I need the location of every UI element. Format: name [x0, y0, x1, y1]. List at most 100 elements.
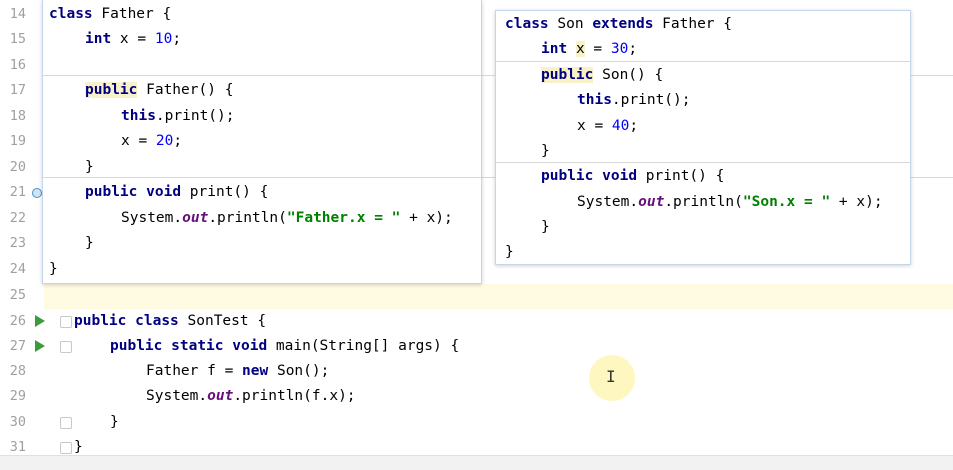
keyword: class [135, 313, 179, 329]
line-number: 28 [9, 363, 26, 379]
fold-icon[interactable] [60, 341, 72, 353]
number-literal: 20 [155, 133, 174, 149]
keyword: void [602, 168, 638, 184]
code-text: Son [548, 16, 593, 32]
fold-icon[interactable] [60, 316, 72, 328]
keyword: public [85, 82, 138, 98]
fold-icon[interactable] [60, 417, 72, 429]
override-marker-icon[interactable] [32, 188, 42, 198]
brace: } [541, 143, 550, 159]
code-text: x [575, 41, 585, 57]
line-number: 27 [9, 338, 26, 354]
keyword: public [85, 184, 138, 200]
line-number: 30 [9, 414, 26, 430]
number-literal: 30 [610, 41, 629, 57]
number-literal: 10 [154, 31, 173, 47]
brace: } [85, 159, 94, 175]
fold-icon[interactable] [60, 442, 72, 454]
code-text: Son(); [268, 363, 330, 379]
line-number: 14 [9, 6, 26, 22]
code-line[interactable]: System.out.println("Son.x = " + x); [577, 190, 910, 215]
son-class-popup[interactable]: class Son extends Father { int x = 30; p… [495, 10, 911, 265]
code-line[interactable]: System.out.println(f.x); [146, 384, 953, 409]
keyword: void [232, 338, 268, 354]
father-class-popup[interactable]: class Father { int x = 10; public Father… [42, 0, 482, 284]
line-number: 18 [9, 108, 26, 124]
editor-gutter: 14 15 16 17 18 19 20 21 22 23 24 25 26 2… [0, 0, 45, 455]
code-line[interactable]: } [49, 257, 481, 282]
code-line[interactable]: public Father() { [85, 78, 481, 103]
code-text: System. [121, 210, 183, 226]
code-line[interactable]: public class SonTest { [74, 309, 953, 334]
code-text: System. [577, 194, 639, 210]
string-literal: "Father.x = " [286, 210, 401, 226]
run-icon[interactable] [35, 340, 45, 352]
keyword: new [242, 363, 269, 379]
keyword: int [85, 31, 112, 47]
method-separator [43, 75, 481, 76]
code-text: ; [173, 133, 183, 149]
code-text: .println( [664, 194, 743, 210]
code-text: System. [146, 388, 208, 404]
code-line[interactable]: } [541, 215, 910, 240]
horizontal-scrollbar[interactable] [0, 455, 953, 470]
brace: } [541, 219, 550, 235]
code-line[interactable]: this.print(); [121, 104, 481, 129]
code-line[interactable]: x = 40; [577, 114, 910, 139]
code-line[interactable]: } [541, 139, 910, 164]
brace: } [49, 261, 58, 277]
code-text: = [584, 41, 611, 57]
code-text: x = [111, 31, 155, 47]
code-line[interactable]: } [85, 231, 481, 256]
line-number: 21 [9, 184, 26, 200]
code-text: Father f = [146, 363, 243, 379]
code-text: .print(); [155, 108, 235, 124]
keyword: void [146, 184, 182, 200]
code-text: print() { [181, 184, 269, 200]
run-icon[interactable] [35, 315, 45, 327]
line-number: 22 [9, 210, 26, 226]
text-cursor-icon: I [606, 367, 616, 386]
code-text: ; [629, 118, 639, 134]
keyword: class [505, 16, 549, 32]
static-field: out [207, 388, 234, 404]
code-text: SonTest { [178, 313, 267, 329]
keyword: extends [592, 16, 654, 32]
code-text: .println(f.x); [233, 388, 356, 404]
code-text: .print(); [611, 92, 691, 108]
code-line[interactable]: } [505, 240, 910, 265]
line-number: 19 [9, 133, 26, 149]
code-text: Father() { [137, 82, 234, 98]
code-text: Father { [653, 16, 732, 32]
brace: } [110, 414, 119, 430]
line-number: 15 [9, 31, 26, 47]
code-line[interactable]: } [85, 155, 481, 180]
code-line[interactable]: class Father { [49, 2, 481, 27]
code-text: print() { [637, 168, 725, 184]
code-line[interactable]: class Son extends Father { [505, 12, 910, 37]
code-line[interactable]: public void print() { [85, 180, 481, 205]
code-line[interactable]: System.out.println("Father.x = " + x); [121, 206, 481, 231]
line-number: 23 [9, 235, 26, 251]
code-line[interactable]: int x = 10; [85, 27, 481, 52]
keyword: class [49, 6, 93, 22]
code-line[interactable]: this.print(); [577, 88, 910, 113]
code-text: + x); [400, 210, 453, 226]
code-line[interactable]: public void print() { [541, 164, 910, 189]
code-line[interactable]: public Son() { [541, 63, 910, 88]
code-line[interactable]: public static void main(String[] args) { [110, 334, 953, 359]
code-text: .println( [208, 210, 287, 226]
string-literal: "Son.x = " [742, 194, 831, 210]
code-text: Son() { [593, 67, 664, 83]
code-line[interactable]: Father f = new Son(); [146, 359, 953, 384]
line-number: 26 [9, 313, 26, 329]
code-text: ; [628, 41, 638, 57]
keyword: this [121, 108, 156, 124]
code-line[interactable]: x = 20; [121, 129, 481, 154]
code-line[interactable]: } [110, 410, 953, 435]
code-line[interactable]: int x = 30; [541, 37, 910, 62]
code-text: x = [577, 118, 612, 134]
keyword: public [74, 313, 127, 329]
code-text: main(String[] args) { [267, 338, 460, 354]
code-text: Father { [92, 6, 172, 22]
